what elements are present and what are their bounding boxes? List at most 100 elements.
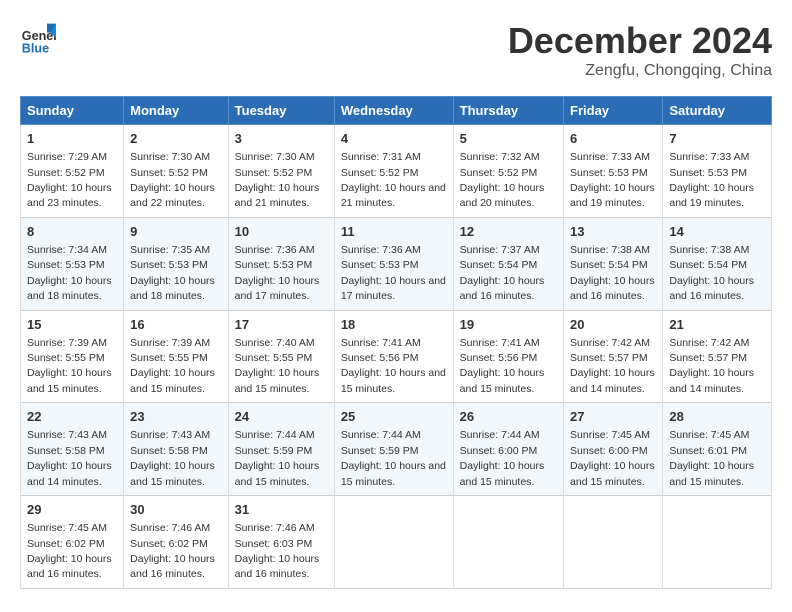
day-number: 23 <box>130 408 222 426</box>
calendar-day-cell: 9 Sunrise: 7:35 AMSunset: 5:53 PMDaylight… <box>124 217 229 310</box>
sunrise-time: Sunrise: 7:41 AMSunset: 5:56 PMDaylight:… <box>341 337 446 395</box>
sunrise-time: Sunrise: 7:33 AMSunset: 5:53 PMDaylight:… <box>570 151 655 209</box>
day-header: Sunday <box>21 97 124 125</box>
day-number: 14 <box>669 223 765 241</box>
calendar-day-cell: 29Sunrise: 7:45 AMSunset: 6:02 PMDayligh… <box>21 496 124 589</box>
day-number: 5 <box>460 130 557 148</box>
calendar-day-cell <box>334 496 453 589</box>
day-header: Friday <box>564 97 663 125</box>
sunrise-time: Sunrise: 7:42 AMSunset: 5:57 PMDaylight:… <box>669 337 754 395</box>
title-section: December 2024 Zengfu, Chongqing, China <box>508 20 772 80</box>
day-number: 1 <box>27 130 117 148</box>
calendar-day-cell: 3 Sunrise: 7:30 AMSunset: 5:52 PMDaylight… <box>228 125 334 218</box>
day-number: 27 <box>570 408 656 426</box>
day-number: 12 <box>460 223 557 241</box>
calendar-day-cell: 1 Sunrise: 7:29 AMSunset: 5:52 PMDaylight… <box>21 125 124 218</box>
calendar-table: SundayMondayTuesdayWednesdayThursdayFrid… <box>20 96 772 589</box>
calendar-body: 1 Sunrise: 7:29 AMSunset: 5:52 PMDaylight… <box>21 125 772 589</box>
day-number: 6 <box>570 130 656 148</box>
calendar-day-cell: 17 Sunrise: 7:40 AMSunset: 5:55 PMDayligh… <box>228 310 334 403</box>
day-number: 7 <box>669 130 765 148</box>
calendar-day-cell: 16 Sunrise: 7:39 AMSunset: 5:55 PMDayligh… <box>124 310 229 403</box>
day-number: 18 <box>341 316 447 334</box>
day-header: Wednesday <box>334 97 453 125</box>
calendar-week-row: 29Sunrise: 7:45 AMSunset: 6:02 PMDayligh… <box>21 496 772 589</box>
sunrise-time: Sunrise: 7:42 AMSunset: 5:57 PMDaylight:… <box>570 337 655 395</box>
day-number: 11 <box>341 223 447 241</box>
calendar-day-cell: 2 Sunrise: 7:30 AMSunset: 5:52 PMDaylight… <box>124 125 229 218</box>
calendar-day-cell: 31Sunrise: 7:46 AMSunset: 6:03 PMDayligh… <box>228 496 334 589</box>
sunrise-time: Sunrise: 7:30 AMSunset: 5:52 PMDaylight:… <box>235 151 320 209</box>
logo-icon: General Blue <box>20 20 56 56</box>
day-number: 8 <box>27 223 117 241</box>
calendar-day-cell <box>453 496 563 589</box>
calendar-day-cell: 18 Sunrise: 7:41 AMSunset: 5:56 PMDayligh… <box>334 310 453 403</box>
day-number: 22 <box>27 408 117 426</box>
sunrise-time: Sunrise: 7:29 AMSunset: 5:52 PMDaylight:… <box>27 151 112 209</box>
sunrise-time: Sunrise: 7:37 AMSunset: 5:54 PMDaylight:… <box>460 244 545 302</box>
day-number: 3 <box>235 130 328 148</box>
sunrise-time: Sunrise: 7:45 AMSunset: 6:02 PMDaylight:… <box>27 522 112 580</box>
day-number: 21 <box>669 316 765 334</box>
calendar-header-row: SundayMondayTuesdayWednesdayThursdayFrid… <box>21 97 772 125</box>
day-number: 30 <box>130 501 222 519</box>
calendar-day-cell: 22 Sunrise: 7:43 AMSunset: 5:58 PMDayligh… <box>21 403 124 496</box>
svg-text:Blue: Blue <box>22 41 49 55</box>
calendar-day-cell: 4 Sunrise: 7:31 AMSunset: 5:52 PMDaylight… <box>334 125 453 218</box>
day-number: 9 <box>130 223 222 241</box>
sunrise-time: Sunrise: 7:44 AMSunset: 5:59 PMDaylight:… <box>341 429 446 487</box>
day-number: 15 <box>27 316 117 334</box>
calendar-week-row: 8 Sunrise: 7:34 AMSunset: 5:53 PMDaylight… <box>21 217 772 310</box>
sunrise-time: Sunrise: 7:34 AMSunset: 5:53 PMDaylight:… <box>27 244 112 302</box>
calendar-day-cell: 26 Sunrise: 7:44 AMSunset: 6:00 PMDayligh… <box>453 403 563 496</box>
day-number: 13 <box>570 223 656 241</box>
sunrise-time: Sunrise: 7:46 AMSunset: 6:02 PMDaylight:… <box>130 522 215 580</box>
calendar-day-cell <box>564 496 663 589</box>
day-header: Saturday <box>663 97 772 125</box>
sunrise-time: Sunrise: 7:44 AMSunset: 6:00 PMDaylight:… <box>460 429 545 487</box>
calendar-day-cell: 28 Sunrise: 7:45 AMSunset: 6:01 PMDayligh… <box>663 403 772 496</box>
sunrise-time: Sunrise: 7:30 AMSunset: 5:52 PMDaylight:… <box>130 151 215 209</box>
day-number: 17 <box>235 316 328 334</box>
calendar-week-row: 15 Sunrise: 7:39 AMSunset: 5:55 PMDayligh… <box>21 310 772 403</box>
sunrise-time: Sunrise: 7:43 AMSunset: 5:58 PMDaylight:… <box>27 429 112 487</box>
sunrise-time: Sunrise: 7:41 AMSunset: 5:56 PMDaylight:… <box>460 337 545 395</box>
sunrise-time: Sunrise: 7:38 AMSunset: 5:54 PMDaylight:… <box>669 244 754 302</box>
calendar-day-cell: 6 Sunrise: 7:33 AMSunset: 5:53 PMDaylight… <box>564 125 663 218</box>
sunrise-time: Sunrise: 7:43 AMSunset: 5:58 PMDaylight:… <box>130 429 215 487</box>
calendar-day-cell: 23 Sunrise: 7:43 AMSunset: 5:58 PMDayligh… <box>124 403 229 496</box>
calendar-day-cell: 11 Sunrise: 7:36 AMSunset: 5:53 PMDayligh… <box>334 217 453 310</box>
day-number: 26 <box>460 408 557 426</box>
day-number: 16 <box>130 316 222 334</box>
sunrise-time: Sunrise: 7:39 AMSunset: 5:55 PMDaylight:… <box>130 337 215 395</box>
day-number: 10 <box>235 223 328 241</box>
calendar-day-cell: 12 Sunrise: 7:37 AMSunset: 5:54 PMDayligh… <box>453 217 563 310</box>
calendar-day-cell: 8 Sunrise: 7:34 AMSunset: 5:53 PMDaylight… <box>21 217 124 310</box>
sunrise-time: Sunrise: 7:45 AMSunset: 6:01 PMDaylight:… <box>669 429 754 487</box>
calendar-day-cell: 21 Sunrise: 7:42 AMSunset: 5:57 PMDayligh… <box>663 310 772 403</box>
calendar-week-row: 1 Sunrise: 7:29 AMSunset: 5:52 PMDaylight… <box>21 125 772 218</box>
sunrise-time: Sunrise: 7:40 AMSunset: 5:55 PMDaylight:… <box>235 337 320 395</box>
day-number: 28 <box>669 408 765 426</box>
calendar-day-cell: 5Sunrise: 7:32 AMSunset: 5:52 PMDaylight… <box>453 125 563 218</box>
day-number: 24 <box>235 408 328 426</box>
calendar-day-cell: 24 Sunrise: 7:44 AMSunset: 5:59 PMDayligh… <box>228 403 334 496</box>
sunrise-time: Sunrise: 7:44 AMSunset: 5:59 PMDaylight:… <box>235 429 320 487</box>
sunrise-time: Sunrise: 7:35 AMSunset: 5:53 PMDaylight:… <box>130 244 215 302</box>
day-number: 4 <box>341 130 447 148</box>
day-number: 2 <box>130 130 222 148</box>
day-header: Monday <box>124 97 229 125</box>
day-number: 19 <box>460 316 557 334</box>
sunrise-time: Sunrise: 7:36 AMSunset: 5:53 PMDaylight:… <box>341 244 446 302</box>
calendar-day-cell: 10Sunrise: 7:36 AMSunset: 5:53 PMDayligh… <box>228 217 334 310</box>
calendar-day-cell: 13 Sunrise: 7:38 AMSunset: 5:54 PMDayligh… <box>564 217 663 310</box>
calendar-day-cell: 19 Sunrise: 7:41 AMSunset: 5:56 PMDayligh… <box>453 310 563 403</box>
day-header: Tuesday <box>228 97 334 125</box>
calendar-day-cell: 20Sunrise: 7:42 AMSunset: 5:57 PMDayligh… <box>564 310 663 403</box>
calendar-week-row: 22 Sunrise: 7:43 AMSunset: 5:58 PMDayligh… <box>21 403 772 496</box>
sunrise-time: Sunrise: 7:31 AMSunset: 5:52 PMDaylight:… <box>341 151 446 209</box>
sunrise-time: Sunrise: 7:38 AMSunset: 5:54 PMDaylight:… <box>570 244 655 302</box>
location-title: Zengfu, Chongqing, China <box>508 62 772 80</box>
logo: General Blue <box>20 20 56 56</box>
sunrise-time: Sunrise: 7:45 AMSunset: 6:00 PMDaylight:… <box>570 429 655 487</box>
